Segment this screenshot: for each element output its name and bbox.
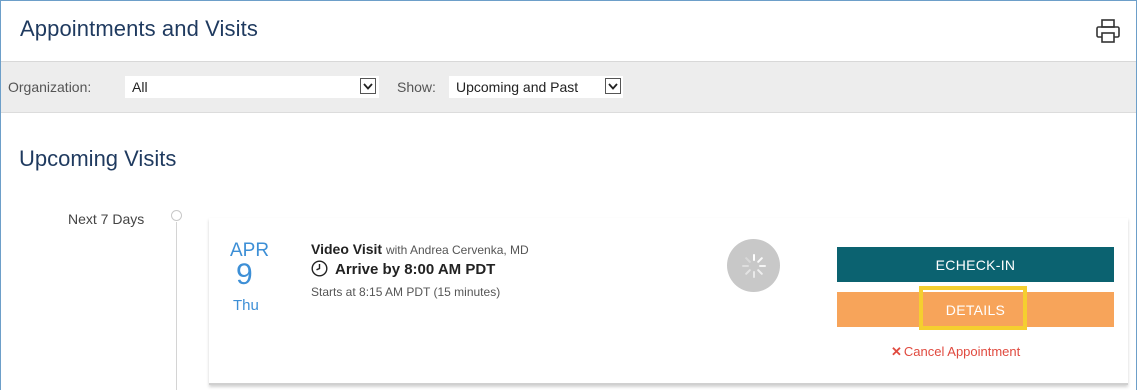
chevron-down-icon[interactable] bbox=[360, 78, 376, 94]
details-highlight-box bbox=[919, 286, 1027, 330]
echeckin-button[interactable]: ECHECK-IN bbox=[837, 247, 1114, 282]
organization-selected-value: All bbox=[132, 79, 148, 95]
visit-title[interactable]: Video Visit with Andrea Cervenka, MD bbox=[311, 241, 529, 257]
show-selected-value: Upcoming and Past bbox=[456, 79, 579, 95]
printer-icon bbox=[1096, 19, 1120, 43]
appointment-weekday: Thu bbox=[233, 297, 259, 314]
provider-text: with Andrea Cervenka, MD bbox=[385, 243, 529, 257]
loading-spinner-icon bbox=[727, 239, 780, 292]
close-icon: ✕ bbox=[891, 344, 902, 359]
time-range-label: Next 7 Days bbox=[68, 211, 145, 227]
filter-bar: Organization: All Show: Upcoming and Pas… bbox=[1, 62, 1136, 113]
appointment-day: 9 bbox=[236, 258, 253, 291]
cancel-appointment-link[interactable]: ✕ Cancel Appointment bbox=[891, 344, 1020, 360]
timeline-line bbox=[176, 222, 177, 390]
cancel-appointment-label: Cancel Appointment bbox=[903, 344, 1021, 359]
title-bar: Appointments and Visits bbox=[1, 1, 1136, 62]
arrive-time: Arrive by 8:00 AM PDT bbox=[335, 261, 496, 278]
timeline-dot bbox=[171, 210, 182, 221]
print-button[interactable] bbox=[1094, 17, 1122, 45]
page-title: Appointments and Visits bbox=[20, 16, 258, 41]
start-time: Starts at 8:15 AM PDT (15 minutes) bbox=[311, 285, 501, 299]
show-select[interactable]: Upcoming and Past bbox=[449, 76, 623, 98]
organization-select[interactable]: All bbox=[125, 76, 379, 98]
chevron-down-icon[interactable] bbox=[605, 78, 621, 94]
section-title: Upcoming Visits bbox=[19, 146, 177, 171]
show-label: Show: bbox=[397, 79, 436, 95]
arrive-time-row: Arrive by 8:00 AM PDT bbox=[311, 260, 495, 278]
visit-type: Video Visit bbox=[311, 241, 383, 257]
organization-label: Organization: bbox=[8, 79, 92, 95]
clock-icon bbox=[311, 260, 328, 277]
